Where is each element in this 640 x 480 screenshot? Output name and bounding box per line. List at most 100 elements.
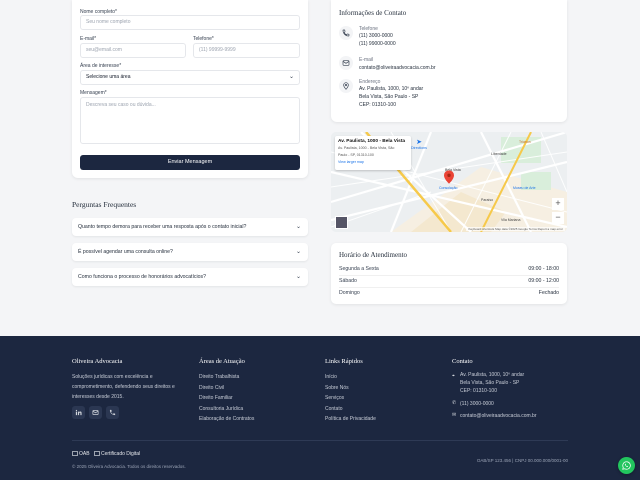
- map-place-card: Av. Paulista, 1000 - Bela Vista Av. Paul…: [335, 136, 411, 170]
- contact-form-card: Nome completo* Seu nome completo E-mail*…: [72, 0, 308, 178]
- name-input[interactable]: Seu nome completo: [80, 15, 300, 30]
- whatsapp-button[interactable]: [618, 457, 635, 474]
- faq-item[interactable]: É possível agendar uma consulta online? …: [72, 243, 308, 261]
- directions-label: Directions: [411, 146, 427, 150]
- footer-divider: [72, 440, 568, 441]
- image-icon: [94, 451, 100, 457]
- hours-time: 09:00 - 12:00: [528, 278, 559, 284]
- chevron-down-icon: ⌄: [288, 74, 294, 80]
- footer-address: Bela Vista, São Paulo - SP: [460, 380, 520, 386]
- footer-email[interactable]: contato@oliveiraadvocacia.com.br: [460, 413, 537, 419]
- faq-item[interactable]: Quanto tempo demora para receber uma res…: [72, 218, 308, 236]
- area-select-value: Selecione uma área: [86, 74, 131, 80]
- email-label: E-mail*: [80, 36, 97, 42]
- hours-day: Sábado: [339, 278, 357, 284]
- address-label: Endereço: [359, 79, 381, 85]
- image-icon: [72, 451, 78, 457]
- address-line: Bela Vista, São Paulo - SP: [359, 94, 419, 100]
- phone-icon[interactable]: [106, 406, 119, 419]
- chevron-down-icon: ⌄: [295, 224, 301, 230]
- address-line: Av. Paulista, 1000, 10º andar: [359, 86, 424, 92]
- footer-brand: Oliveira Advocacia: [72, 358, 123, 365]
- phone-input[interactable]: (11) 99999-9999: [193, 43, 300, 58]
- email-input[interactable]: seu@email.com: [80, 43, 186, 58]
- hours-row: Sábado 09:00 - 12:00: [339, 276, 559, 288]
- oab-badge-label: OAB: [79, 451, 90, 457]
- email-value[interactable]: contato@oliveiraadvocacia.com.br: [359, 65, 436, 73]
- hours-row: Segunda a Sexta 09:00 - 18:00: [339, 264, 559, 276]
- mail-icon: [339, 56, 353, 70]
- phone-icon: ✆: [452, 400, 457, 406]
- mail-icon[interactable]: [89, 406, 102, 419]
- phone-label: Telefone*: [193, 36, 214, 42]
- footer-address: Av. Paulista, 1000, 10º andar: [460, 372, 525, 378]
- faq-item[interactable]: Como funciona o processo de honorários a…: [72, 268, 308, 286]
- zoom-out-button[interactable]: −: [552, 212, 564, 224]
- linkedin-icon[interactable]: [72, 406, 85, 419]
- footer-area-link[interactable]: Direito Trabalhista: [199, 374, 239, 380]
- hours-row: Domingo Fechado: [339, 288, 559, 300]
- office-hours-card: Horário de Atendimento Segunda a Sexta 0…: [331, 243, 567, 304]
- hours-day: Domingo: [339, 290, 360, 296]
- zoom-in-button[interactable]: +: [552, 198, 564, 210]
- hours-time: Fechado: [538, 290, 559, 296]
- satellite-toggle[interactable]: [335, 216, 348, 229]
- site-footer: Oliveira Advocacia Soluções jurídicas co…: [0, 336, 640, 480]
- footer-quick-link[interactable]: Política de Privacidade: [325, 416, 376, 422]
- chevron-down-icon: ⌄: [295, 249, 301, 255]
- address-line: CEP: 01310-100: [359, 102, 396, 108]
- message-label: Mensagem*: [80, 90, 107, 96]
- faq-question: Quanto tempo demora para receber uma res…: [78, 224, 247, 230]
- map-pin-icon: [339, 79, 353, 93]
- phone-value: (11) 3000-0000: [359, 33, 393, 39]
- oab-registration: OAB/SP 123.456 | CNPJ 00.000.000/0001-00: [476, 458, 568, 463]
- faq-question: É possível agendar uma consulta online?: [78, 249, 173, 255]
- footer-quick-link[interactable]: Sobre Nós: [325, 385, 349, 391]
- map-marker-icon[interactable]: [444, 170, 454, 184]
- footer-phone[interactable]: (11) 3000-0000: [460, 401, 494, 407]
- footer-areas-title: Áreas de Atuação: [199, 358, 245, 365]
- phone-label: Telefone: [359, 26, 378, 32]
- footer-about: interesses desde 2015.: [72, 394, 124, 400]
- map-label: Trianon: [519, 140, 531, 144]
- map-label: Liberdade: [491, 152, 507, 156]
- map-label: Consolação: [439, 186, 458, 190]
- message-textarea[interactable]: Descreva seu caso ou dúvida...: [80, 97, 300, 144]
- embedded-map[interactable]: Av. Paulista, 1000 - Bela Vista Av. Paul…: [331, 132, 567, 232]
- oab-badge: OAB: [72, 451, 90, 457]
- footer-quick-link[interactable]: Início: [325, 374, 337, 380]
- certificate-badge-label: Certificado Digital: [101, 451, 141, 457]
- area-select[interactable]: Selecione uma área ⌄: [80, 70, 300, 85]
- map-label: Vila Mariana: [501, 218, 521, 222]
- footer-area-link[interactable]: Consultoria Jurídica: [199, 406, 243, 412]
- area-label: Área de interesse*: [80, 63, 122, 69]
- footer-about: comprometimento, defendendo seus direito…: [72, 384, 175, 390]
- email-label: E-mail: [359, 57, 374, 63]
- footer-quick-link[interactable]: Serviços: [325, 395, 344, 401]
- map-label: Museu de Arte: [513, 186, 536, 190]
- footer-area-link[interactable]: Elaboração de Contratos: [199, 416, 254, 422]
- send-message-button[interactable]: Enviar Mensagem: [80, 155, 300, 170]
- footer-address: CEP: 01310-100: [460, 388, 497, 394]
- contact-info-title: Informações de Contato: [339, 9, 407, 17]
- directions-button[interactable]: ➤ Directions: [411, 138, 427, 150]
- certificate-badge: Certificado Digital: [94, 451, 140, 457]
- footer-contact-title: Contato: [452, 358, 473, 365]
- map-pin-icon: ⌖: [452, 373, 455, 379]
- hours-title: Horário de Atendimento: [339, 251, 408, 259]
- hours-time: 09:00 - 18:00: [528, 266, 559, 272]
- footer-area-link[interactable]: Direito Familiar: [199, 395, 233, 401]
- map-attribution: Keyboard shortcuts Map data ©2025 Google…: [466, 227, 565, 231]
- hours-day: Segunda a Sexta: [339, 266, 379, 272]
- footer-area-link[interactable]: Direito Civil: [199, 385, 224, 391]
- map-place-address: Av. Paulista, 1000 - Bela Vista, São: [338, 146, 395, 150]
- contact-info-card: Informações de Contato Telefone (11) 300…: [331, 0, 567, 122]
- phone-icon: [339, 26, 353, 40]
- view-larger-map-link[interactable]: View larger map: [338, 160, 408, 164]
- footer-links-title: Links Rápidos: [325, 358, 363, 365]
- footer-quick-link[interactable]: Contato: [325, 406, 343, 412]
- map-label: Paraíso: [481, 198, 494, 202]
- chevron-down-icon: ⌄: [295, 274, 301, 280]
- directions-icon: ➤: [416, 139, 422, 146]
- footer-about: Soluções jurídicas com excelência e: [72, 374, 153, 380]
